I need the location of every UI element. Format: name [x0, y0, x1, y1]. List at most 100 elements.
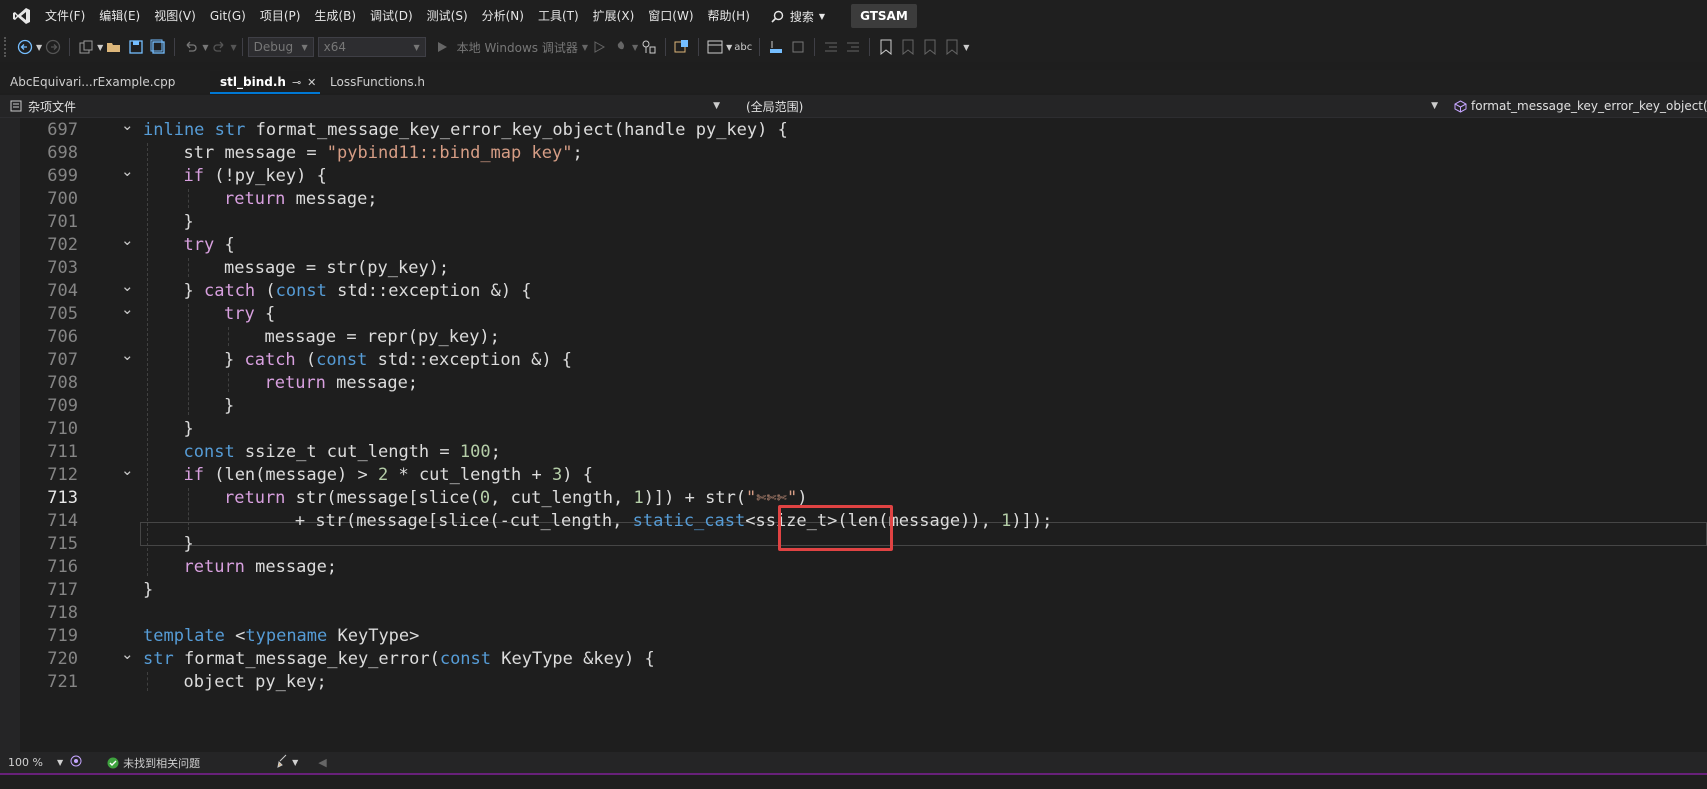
menu-item[interactable]: 文件(F)	[38, 0, 92, 32]
code-line[interactable]: 704 ⌄} catch (const std::exception &) {	[0, 277, 1707, 304]
code-editor[interactable]: 697 ⌄ inline str format_message_key_error_…	[0, 118, 1707, 752]
chevron-down-icon[interactable]: ▼	[202, 43, 208, 52]
hot-reload-icon[interactable]	[611, 37, 631, 57]
menu-item[interactable]: 编辑(E)	[92, 0, 147, 32]
project-dropdown[interactable]: 杂项文件 ▼	[4, 95, 726, 117]
menu-item[interactable]: 生成(B)	[307, 0, 363, 32]
scope-label: (全局范围)	[746, 99, 804, 114]
menu-item[interactable]: 分析(N)	[475, 0, 531, 32]
menu-item[interactable]: 帮助(H)	[701, 0, 757, 32]
open-folder-icon[interactable]	[104, 37, 124, 57]
debug-target-label[interactable]: 本地 Windows 调试器	[457, 39, 578, 56]
chevron-down-icon[interactable]: ▼	[726, 43, 732, 52]
solution-platform-dropdown[interactable]: x64 ▼	[317, 37, 426, 57]
fold-chevron-icon[interactable]: ⌄	[121, 642, 134, 667]
code-line[interactable]: 708 return message;	[0, 371, 1707, 396]
code-line[interactable]: 711 const ssize_t cut_length = 100;	[0, 440, 1707, 465]
fold-chevron-icon[interactable]: ⌄	[121, 228, 134, 253]
code-line[interactable]: 700 return message;	[0, 187, 1707, 212]
code-line[interactable]: 717}	[0, 578, 1707, 603]
pin-icon[interactable]: ⊸	[292, 72, 301, 94]
code-line[interactable]: 718	[0, 601, 1707, 626]
visual-studio-logo-icon[interactable]	[6, 0, 38, 32]
code-line[interactable]: 710}	[0, 417, 1707, 442]
fold-chevron-icon[interactable]: ⌄	[121, 458, 134, 483]
line-number: 706	[47, 327, 78, 347]
close-icon[interactable]: ✕	[307, 72, 316, 94]
code-line[interactable]: 719 template <typename KeyType>	[0, 624, 1707, 649]
next-bookmark-icon[interactable]	[920, 37, 940, 57]
solution-configuration-dropdown[interactable]: Debug ▼	[247, 37, 314, 57]
menu-item[interactable]: 扩展(X)	[586, 0, 642, 32]
code-line[interactable]: 698 str message = "pybind11::bind_map key…	[0, 141, 1707, 166]
code-line[interactable]: 701}	[0, 210, 1707, 235]
start-debugging-icon[interactable]	[432, 37, 452, 57]
menu-item[interactable]: 视图(V)	[147, 0, 203, 32]
code-line[interactable]: 697 ⌄ inline str format_message_key_error_…	[0, 118, 1707, 143]
issues-indicator[interactable]: 未找到相关问题	[107, 755, 200, 771]
cleanup-brush-icon[interactable]	[276, 754, 290, 771]
save-icon[interactable]	[126, 37, 146, 57]
fold-chevron-icon[interactable]: ⌄	[121, 343, 134, 368]
undo-icon[interactable]	[181, 37, 201, 57]
chevron-down-icon[interactable]: ▼	[230, 43, 236, 52]
intellicode-icon[interactable]	[69, 754, 83, 771]
save-all-icon[interactable]	[148, 37, 168, 57]
scroll-left-icon[interactable]: ◀	[318, 756, 326, 769]
fold-chevron-icon[interactable]: ⌄	[121, 118, 134, 138]
diagnostic-tools-icon[interactable]	[639, 37, 659, 57]
bookmark-icon[interactable]	[876, 37, 896, 57]
chevron-down-icon[interactable]: ▼	[582, 43, 588, 52]
menu-item[interactable]: 工具(T)	[531, 0, 586, 32]
code-line[interactable]: 699 ⌄ if (!py_key) {	[0, 162, 1707, 189]
code-line[interactable]: 706 message = repr(py_key);	[0, 325, 1707, 350]
line-number: 721	[47, 672, 78, 692]
search-box[interactable]: 搜索 ▼	[763, 0, 833, 32]
code-line[interactable]: 721 object py_key;	[0, 670, 1707, 695]
chevron-down-icon[interactable]: ▼	[292, 758, 298, 767]
tab-abcequivariant-example[interactable]: AbcEquivari...rExample.cpp	[0, 71, 210, 93]
chevron-down-icon[interactable]: ▼	[632, 43, 638, 52]
code-line[interactable]: 707 ⌄} catch (const std::exception &) {	[0, 346, 1707, 373]
window-layout-icon[interactable]	[705, 37, 725, 57]
code-line[interactable]: 720 ⌄ str format_message_key_error(const K…	[0, 645, 1707, 672]
member-dropdown[interactable]: format_message_key_error_key_object(ha	[1448, 95, 1707, 117]
redo-icon[interactable]	[209, 37, 229, 57]
increase-indent-icon[interactable]	[843, 37, 863, 57]
chevron-down-icon[interactable]: ▼	[97, 43, 103, 52]
solution-explorer-icon[interactable]	[672, 37, 692, 57]
new-project-icon[interactable]	[76, 37, 96, 57]
code-line[interactable]: 702 ⌄ try {	[0, 231, 1707, 258]
code-line[interactable]: 705 ⌄ try {	[0, 300, 1707, 327]
fold-chevron-icon[interactable]: ⌄	[121, 297, 134, 322]
previous-bookmark-icon[interactable]	[898, 37, 918, 57]
code-line[interactable]: 712 ⌄ if (len(message) > 2 * cut_length + …	[0, 461, 1707, 488]
decrease-indent-icon[interactable]	[821, 37, 841, 57]
forward-navigate-icon[interactable]	[43, 37, 63, 57]
fold-chevron-icon[interactable]: ⌄	[121, 274, 134, 299]
menu-item[interactable]: Git(G)	[203, 0, 253, 32]
scope-dropdown[interactable]: (全局范围) ▼	[740, 95, 1444, 117]
code-line[interactable]: 716 return message;	[0, 555, 1707, 580]
start-without-debugging-icon[interactable]	[589, 37, 609, 57]
zoom-level[interactable]: 100 %	[8, 756, 43, 769]
toolbar-separator	[759, 38, 761, 56]
menu-item[interactable]: 窗口(W)	[641, 0, 700, 32]
code-line[interactable]: 703 message = str(py_key);	[0, 256, 1707, 281]
chevron-down-icon[interactable]: ▼	[57, 758, 63, 767]
code-line[interactable]: 709}	[0, 394, 1707, 419]
menu-item[interactable]: 调试(D)	[363, 0, 420, 32]
menu-item[interactable]: 测试(S)	[420, 0, 475, 32]
menu-item[interactable]: 项目(P)	[253, 0, 308, 32]
tab-stl-bind[interactable]: stl_bind.h ⊸ ✕	[210, 71, 320, 94]
tab-lossfunctions[interactable]: LossFunctions.h	[320, 71, 460, 93]
spell-check-icon[interactable]: abc	[733, 37, 753, 57]
chevron-down-icon[interactable]: ▼	[963, 43, 969, 52]
chevron-down-icon[interactable]: ▼	[36, 43, 42, 52]
fold-chevron-icon[interactable]: ⌄	[121, 159, 134, 184]
solution-name-badge[interactable]: GTSAM	[851, 4, 917, 28]
find-symbol-icon[interactable]	[788, 37, 808, 57]
clear-bookmarks-icon[interactable]	[942, 37, 962, 57]
insert-breakpoint-icon[interactable]	[766, 37, 786, 57]
back-navigate-icon[interactable]	[15, 37, 35, 57]
